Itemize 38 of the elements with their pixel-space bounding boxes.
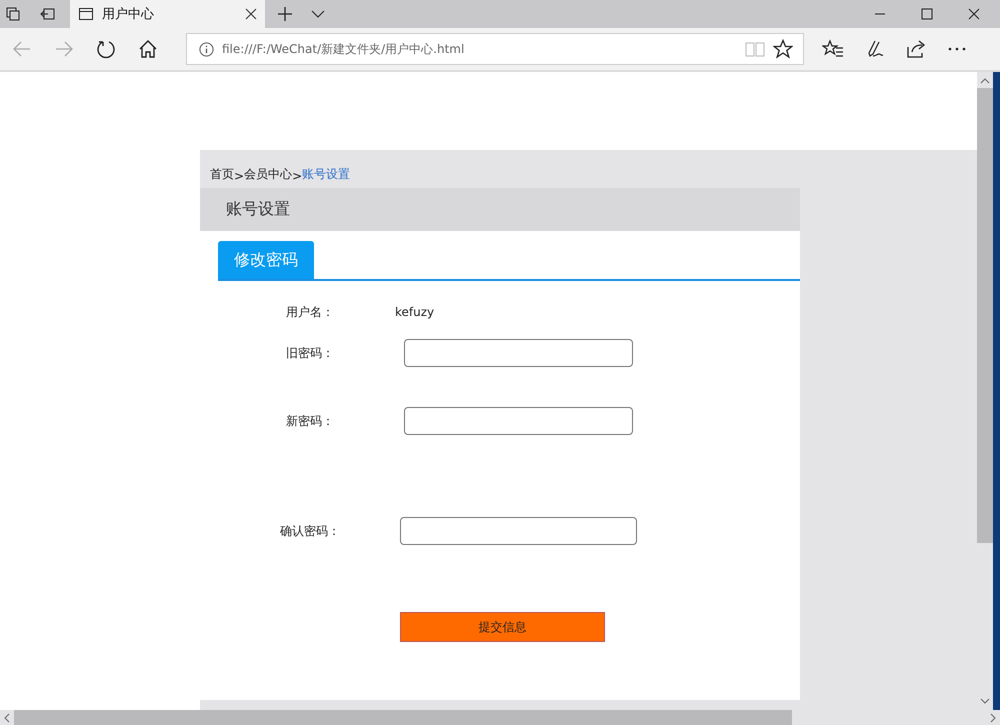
password-field[interactable] [404,339,633,367]
refresh-icon[interactable] [96,39,116,59]
scroll-thumb[interactable] [977,88,993,543]
new-tab-icon[interactable] [277,6,293,22]
field-label: 确认密码： [279,522,341,540]
url-text: file:///F:/WeChat/新建文件夹/用户中心.html [222,40,464,58]
star-icon[interactable] [773,39,793,59]
breadcrumb-link[interactable]: 会员中心 [244,166,292,183]
share-icon[interactable] [906,39,926,59]
password-field[interactable] [404,407,633,435]
breadcrumb-link[interactable]: 首页 [210,166,234,183]
more-icon[interactable] [947,46,967,52]
tabs-aside-icon[interactable] [5,6,21,22]
close-icon[interactable] [245,8,257,20]
submit-button[interactable]: 提交信息 [400,612,605,642]
maximize-icon[interactable] [921,8,933,20]
favorites-icon[interactable] [822,39,844,59]
panel-header: 账号设置 [200,188,800,231]
username-value: kefuzy [395,305,434,319]
tab-title: 用户中心 [102,6,155,23]
horizontal-scrollbar[interactable] [0,710,1000,725]
tab[interactable]: 修改密码 [218,241,314,279]
home-icon[interactable] [138,39,158,59]
breadcrumb-separator: > [292,169,302,183]
browser-tab[interactable]: 用户中心 [70,0,265,28]
field-label: 用户名： [285,304,335,320]
field-label: 新密码： [285,412,335,430]
field-label: 旧密码： [285,344,335,362]
info-icon [199,42,214,56]
vertical-scrollbar[interactable] [977,72,993,710]
back-tab-icon[interactable] [40,6,56,22]
breadcrumb-separator: > [234,169,244,183]
scroll-thumb[interactable] [14,710,792,725]
password-field[interactable] [400,517,637,545]
close-icon[interactable] [968,8,980,20]
address-bar[interactable]: file:///F:/WeChat/新建文件夹/用户中心.html [186,33,804,65]
breadcrumb-link[interactable]: 账号设置 [302,166,350,183]
page-icon [78,6,94,22]
